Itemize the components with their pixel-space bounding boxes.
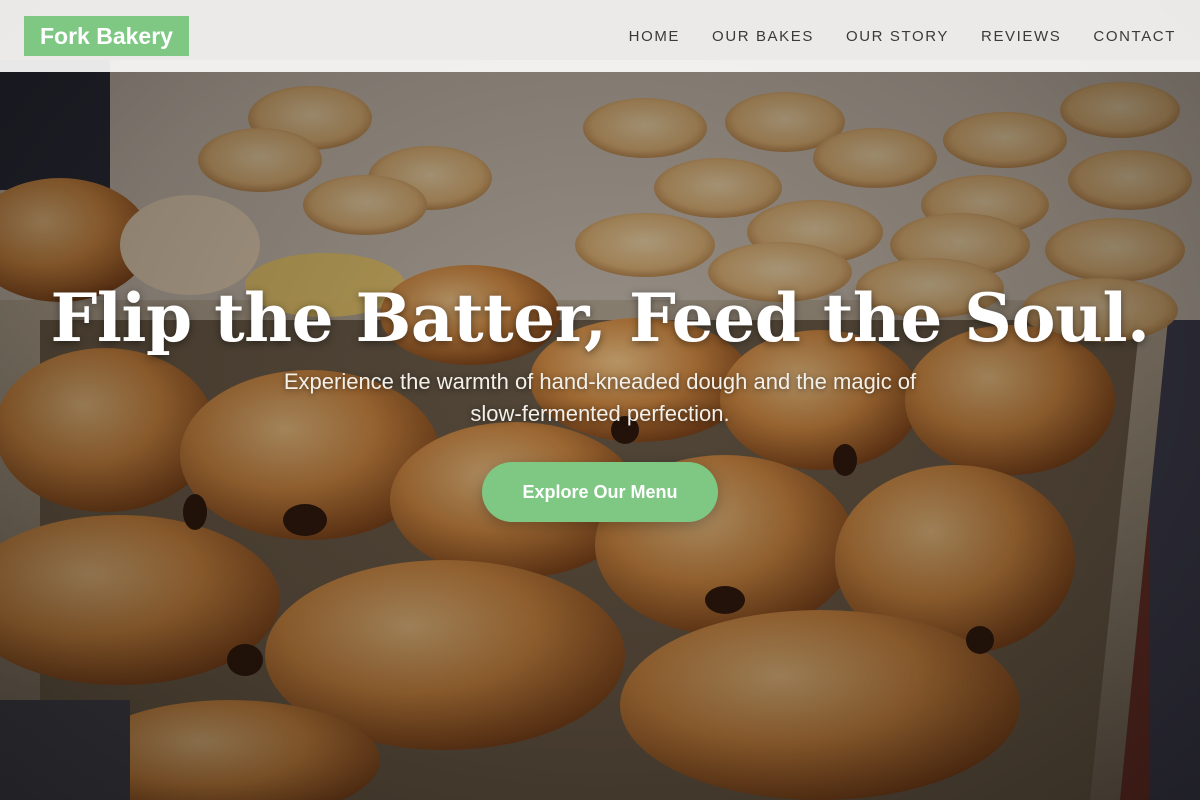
hero-subtitle: Experience the warmth of hand-kneaded do… (283, 369, 917, 426)
hero-headline: Flip the Batter, Feed the Soul. (50, 279, 1150, 357)
nav-link-contact[interactable]: CONTACT (1093, 28, 1176, 45)
brand-logo[interactable]: Fork Bakery (24, 16, 189, 56)
nav-link-our-story[interactable]: OUR STORY (846, 28, 949, 45)
nav-link-reviews[interactable]: REVIEWS (981, 28, 1061, 45)
nav-link-our-bakes[interactable]: OUR BAKES (712, 28, 814, 45)
hero-content: Flip the Batter, Feed the Soul. Experien… (0, 0, 1200, 800)
explore-menu-button[interactable]: Explore Our Menu (482, 462, 718, 522)
navbar: Fork Bakery HOME OUR BAKES OUR STORY REV… (0, 0, 1200, 72)
nav-links: HOME OUR BAKES OUR STORY REVIEWS CONTACT (629, 28, 1176, 45)
nav-link-home[interactable]: HOME (629, 28, 680, 45)
